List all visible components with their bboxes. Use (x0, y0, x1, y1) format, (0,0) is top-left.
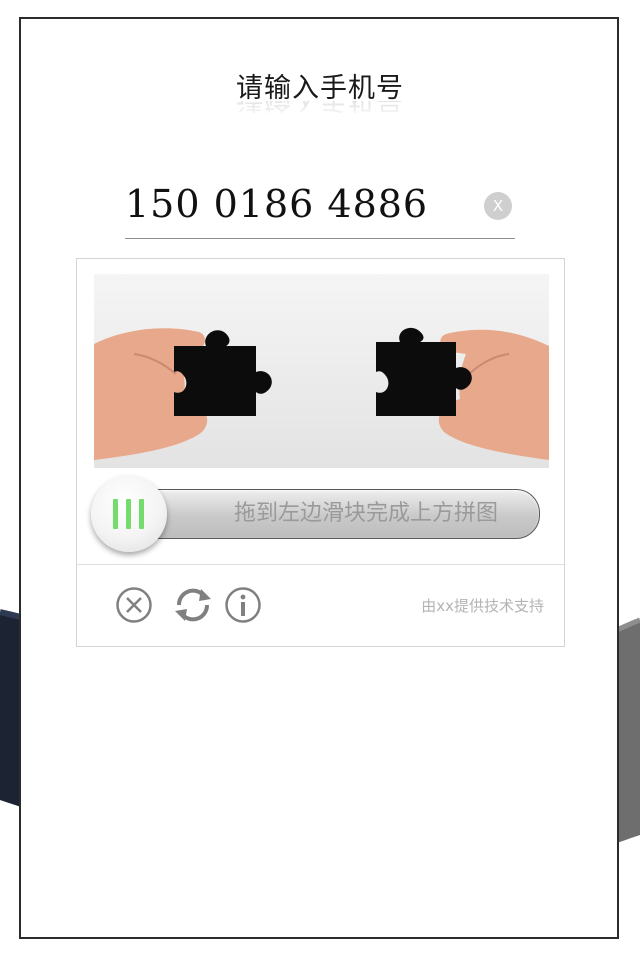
phone-field[interactable]: 150 0186 4886 X (125, 178, 515, 239)
slider-track[interactable]: 拖到左边滑块完成上方拼图 (117, 489, 540, 539)
page-title-reflection: 请输入手机号 (0, 101, 640, 121)
title-area: 请输入手机号 请输入手机号 (0, 66, 640, 121)
slider-captcha-card: 拖到左边滑块完成上方拼图 由xx提供技术支持 (76, 258, 565, 647)
grip-icon (113, 499, 145, 529)
phone-number-input[interactable]: 150 0186 4886 (125, 182, 428, 226)
credit-text: 由xx提供技术支持 (421, 597, 544, 615)
divider (77, 564, 564, 565)
close-circle-icon[interactable] (115, 586, 153, 624)
refresh-icon[interactable] (171, 586, 215, 624)
puzzle-image (94, 274, 549, 468)
slider-handle[interactable] (91, 476, 167, 552)
slider-hint: 拖到左边滑块完成上方拼图 (233, 501, 498, 526)
info-icon[interactable] (224, 586, 262, 624)
page-title: 请输入手机号 (236, 73, 404, 104)
clear-icon[interactable]: X (484, 192, 512, 220)
